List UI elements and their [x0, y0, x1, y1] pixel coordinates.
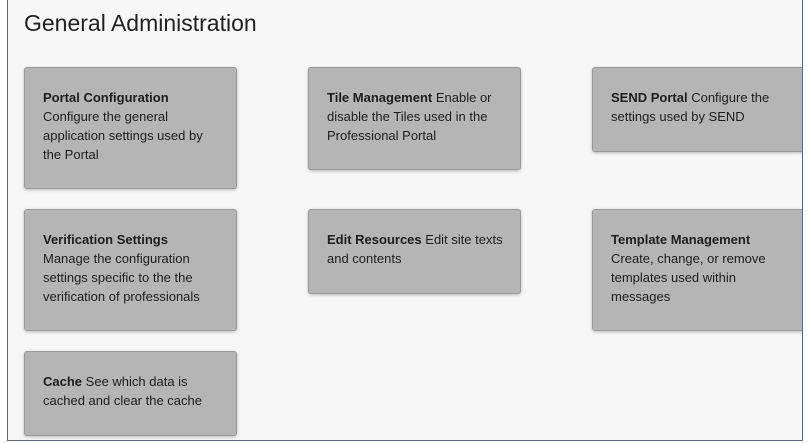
tile-send-portal[interactable]: SEND Portal Configure the settings used … — [592, 67, 802, 152]
tile-template-management[interactable]: Template Management Create, change, or r… — [592, 209, 802, 331]
tile-title: SEND Portal — [611, 90, 688, 105]
tile-title: Cache — [43, 374, 83, 389]
tile-title: Portal Configuration — [43, 90, 169, 105]
tile-title: Tile Management — [327, 90, 433, 105]
tile-cache[interactable]: Cache See which data is cached and clear… — [24, 351, 237, 436]
tile-edit-resources[interactable]: Edit Resources Edit site texts and conte… — [308, 209, 521, 294]
page-title: General Administration — [24, 10, 257, 36]
tile-title: Edit Resources — [327, 232, 422, 247]
tile-description: Create, change, or remove templates used… — [611, 251, 766, 304]
tile-verification-settings[interactable]: Verification Settings Manage the configu… — [24, 209, 237, 331]
tile-title: Verification Settings — [43, 232, 168, 247]
tile-description: Configure the general application settin… — [43, 109, 203, 162]
admin-panel: General Administration Portal Configurat… — [7, 0, 803, 441]
tile-portal-configuration[interactable]: Portal Configuration Configure the gener… — [24, 67, 237, 189]
tile-description: Manage the configuration settings specif… — [43, 251, 200, 304]
tile-tile-management[interactable]: Tile Management Enable or disable the Ti… — [308, 67, 521, 170]
tile-title: Template Management — [611, 232, 751, 247]
